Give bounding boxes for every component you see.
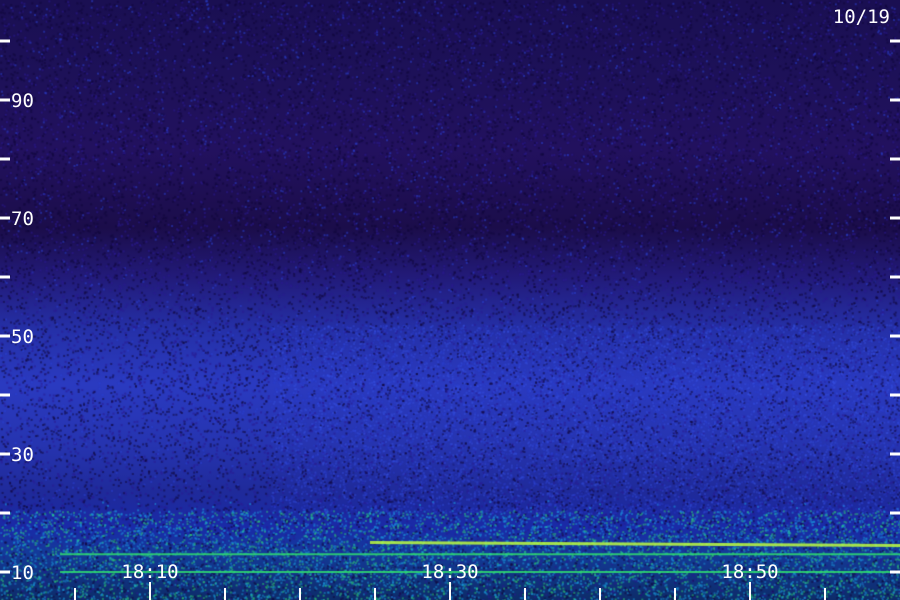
y-tick-label: 50 bbox=[11, 326, 34, 348]
y-tick-label: 10 bbox=[11, 562, 34, 584]
x-minor-tick bbox=[224, 588, 226, 600]
y-tick-mark bbox=[0, 216, 10, 220]
y-tick-label: 70 bbox=[11, 208, 34, 230]
date-label: 10/19 bbox=[832, 6, 890, 28]
chart-axes: 10 30 50 70 90 18:10 18:30 18:50 bbox=[0, 39, 900, 600]
y-tick-mark bbox=[0, 275, 10, 279]
y-tick-mark bbox=[890, 157, 900, 161]
x-minor-tick bbox=[374, 588, 376, 600]
spectrogram: 10 30 50 70 90 18:10 18:30 18:50 10/19 bbox=[0, 0, 900, 600]
y-tick-mark bbox=[0, 98, 10, 102]
y-tick-mark bbox=[0, 511, 10, 515]
y-tick-mark bbox=[890, 334, 900, 338]
x-ticks: 18:10 18:30 18:50 bbox=[74, 561, 826, 600]
x-minor-tick bbox=[599, 588, 601, 600]
x-major-tick bbox=[749, 582, 751, 600]
y-tick-mark bbox=[0, 39, 10, 43]
x-tick-label: 18:50 bbox=[721, 561, 778, 583]
x-minor-tick bbox=[74, 588, 76, 600]
x-tick-label: 18:10 bbox=[121, 561, 178, 583]
y-tick-mark bbox=[0, 570, 10, 574]
y-tick-mark bbox=[0, 334, 10, 338]
y-tick-mark bbox=[890, 275, 900, 279]
x-minor-tick bbox=[299, 588, 301, 600]
x-major-tick bbox=[149, 582, 151, 600]
y-tick-mark bbox=[890, 511, 900, 515]
y-tick-mark bbox=[0, 157, 10, 161]
x-tick-label: 18:30 bbox=[421, 561, 478, 583]
y-ticks: 10 30 50 70 90 bbox=[0, 39, 900, 584]
y-tick-mark bbox=[890, 570, 900, 574]
y-tick-mark bbox=[890, 39, 900, 43]
y-tick-mark bbox=[890, 216, 900, 220]
x-major-tick bbox=[449, 582, 451, 600]
y-tick-mark bbox=[0, 452, 10, 456]
y-tick-mark bbox=[890, 452, 900, 456]
y-tick-mark bbox=[890, 393, 900, 397]
y-tick-mark bbox=[0, 393, 10, 397]
y-tick-label: 90 bbox=[11, 90, 34, 112]
y-tick-mark bbox=[890, 98, 900, 102]
x-minor-tick bbox=[524, 588, 526, 600]
x-minor-tick bbox=[824, 588, 826, 600]
y-tick-label: 30 bbox=[11, 444, 34, 466]
x-minor-tick bbox=[674, 588, 676, 600]
